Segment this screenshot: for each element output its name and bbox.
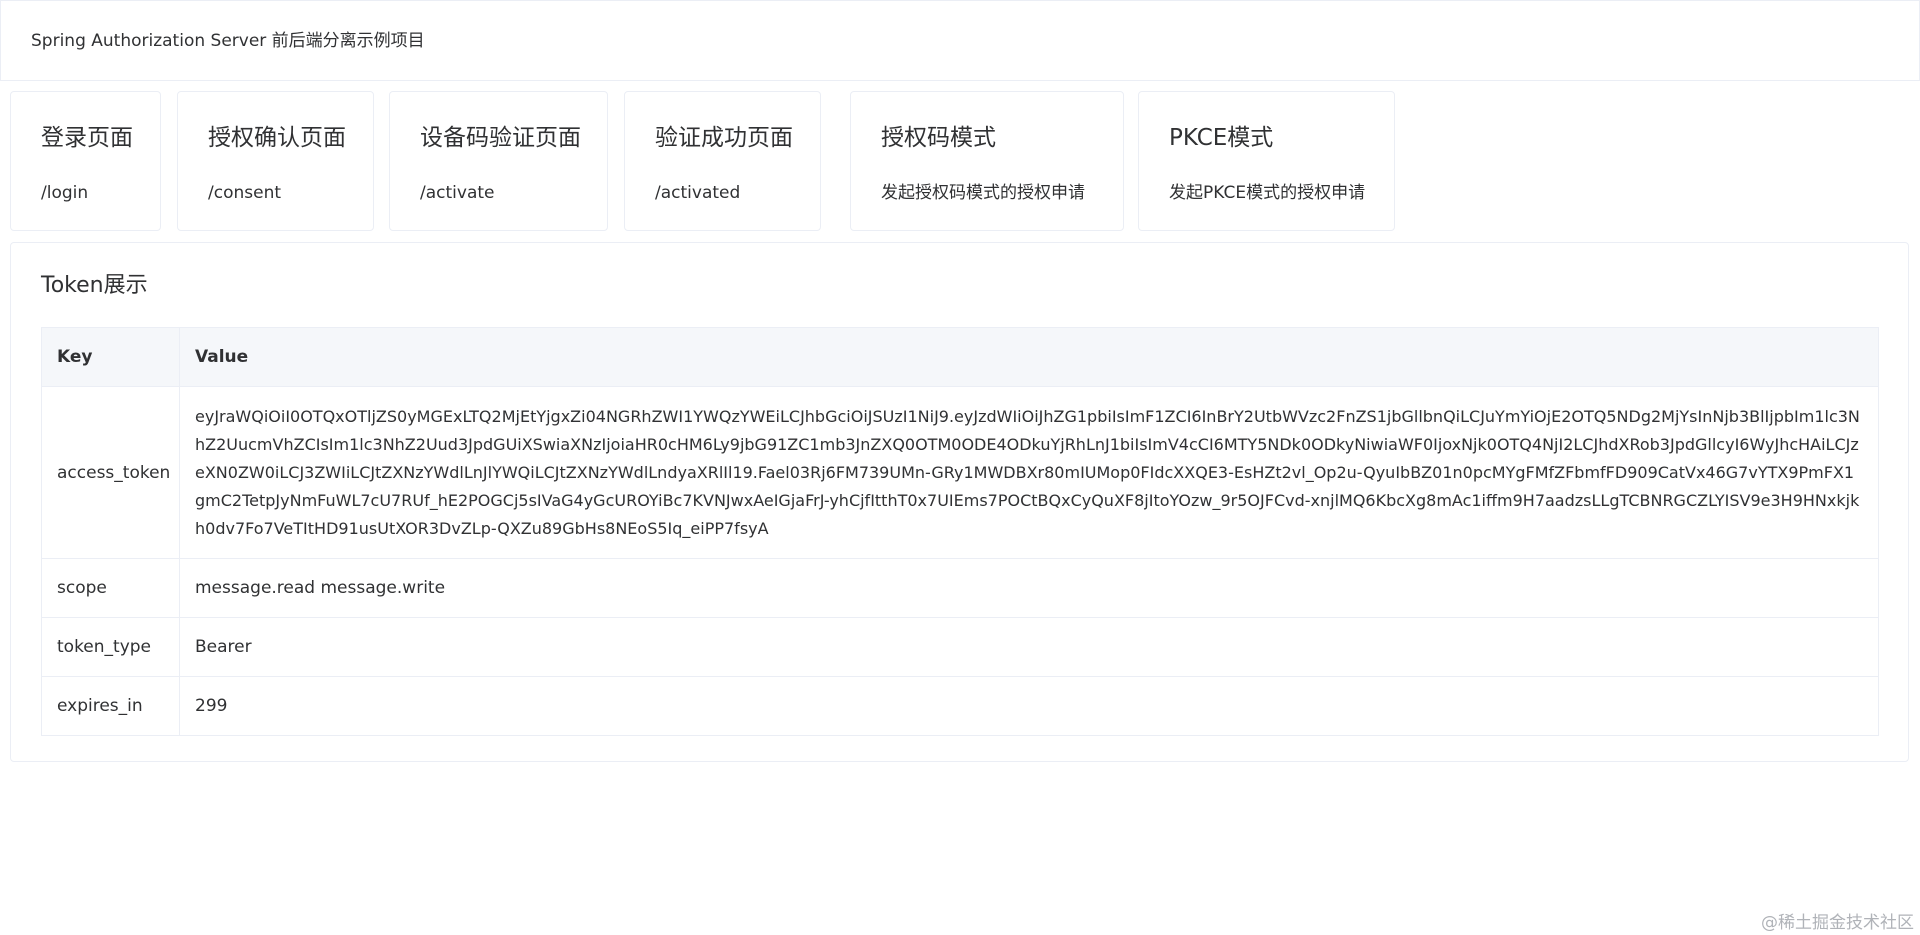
card-desc: /activated xyxy=(655,183,741,203)
table-header-row: Key Value xyxy=(42,328,1878,386)
card-login-page[interactable]: 登录页面 /login xyxy=(10,91,161,231)
card-title: 设备码验证页面 xyxy=(420,125,581,151)
row-key: scope xyxy=(42,559,180,617)
card-title: 授权确认页面 xyxy=(208,125,346,151)
card-title: 验证成功页面 xyxy=(655,125,793,151)
card-desc: /activate xyxy=(420,183,495,203)
card-title: 授权码模式 xyxy=(881,125,996,151)
table-row: access_token eyJraWQiOiI0OTQxOTljZS0yMGE… xyxy=(42,386,1878,558)
card-desc: /login xyxy=(41,183,89,203)
token-panel: Token展示 Key Value access_token eyJraWQiO… xyxy=(10,242,1909,762)
row-value: 299 xyxy=(195,696,228,716)
card-title: 登录页面 xyxy=(41,125,133,151)
access-token-value: eyJraWQiOiI0OTQxOTljZS0yMGExLTQ2MjEtYjgx… xyxy=(195,406,1860,538)
card-device-activate-page[interactable]: 设备码验证页面 /activate xyxy=(389,91,608,231)
token-table: Key Value access_token eyJraWQiOiI0OTQxO… xyxy=(41,327,1879,736)
table-row: expires_in 299 xyxy=(42,676,1878,735)
card-title: PKCE模式 xyxy=(1169,125,1274,151)
card-activated-page[interactable]: 验证成功页面 /activated xyxy=(624,91,821,231)
watermark: @稀土掘金技术社区 xyxy=(1761,913,1914,933)
card-authorization-code-mode[interactable]: 授权码模式 发起授权码模式的授权申请 xyxy=(850,91,1124,231)
card-desc: 发起授权码模式的授权申请 xyxy=(881,183,1085,203)
column-header-key: Key xyxy=(42,328,180,386)
row-value: eyJraWQiOiI0OTQxOTljZS0yMGExLTQ2MjEtYjgx… xyxy=(180,387,1878,558)
column-header-value: Value xyxy=(195,347,249,367)
row-value: message.read message.write xyxy=(195,578,446,598)
row-key: token_type xyxy=(42,618,180,676)
row-value: Bearer xyxy=(195,637,252,657)
card-desc: 发起PKCE模式的授权申请 xyxy=(1169,183,1366,203)
token-panel-title: Token展示 xyxy=(41,273,148,298)
table-row: scope message.read message.write xyxy=(42,558,1878,617)
header-title: Spring Authorization Server 前后端分离示例项目 xyxy=(31,31,425,51)
card-consent-page[interactable]: 授权确认页面 /consent xyxy=(177,91,374,231)
row-key: expires_in xyxy=(42,677,180,735)
card-desc: /consent xyxy=(208,183,282,203)
card-pkce-mode[interactable]: PKCE模式 发起PKCE模式的授权申请 xyxy=(1138,91,1395,231)
table-row: token_type Bearer xyxy=(42,617,1878,676)
page-header: Spring Authorization Server 前后端分离示例项目 xyxy=(0,0,1920,81)
row-key: access_token xyxy=(42,387,180,558)
